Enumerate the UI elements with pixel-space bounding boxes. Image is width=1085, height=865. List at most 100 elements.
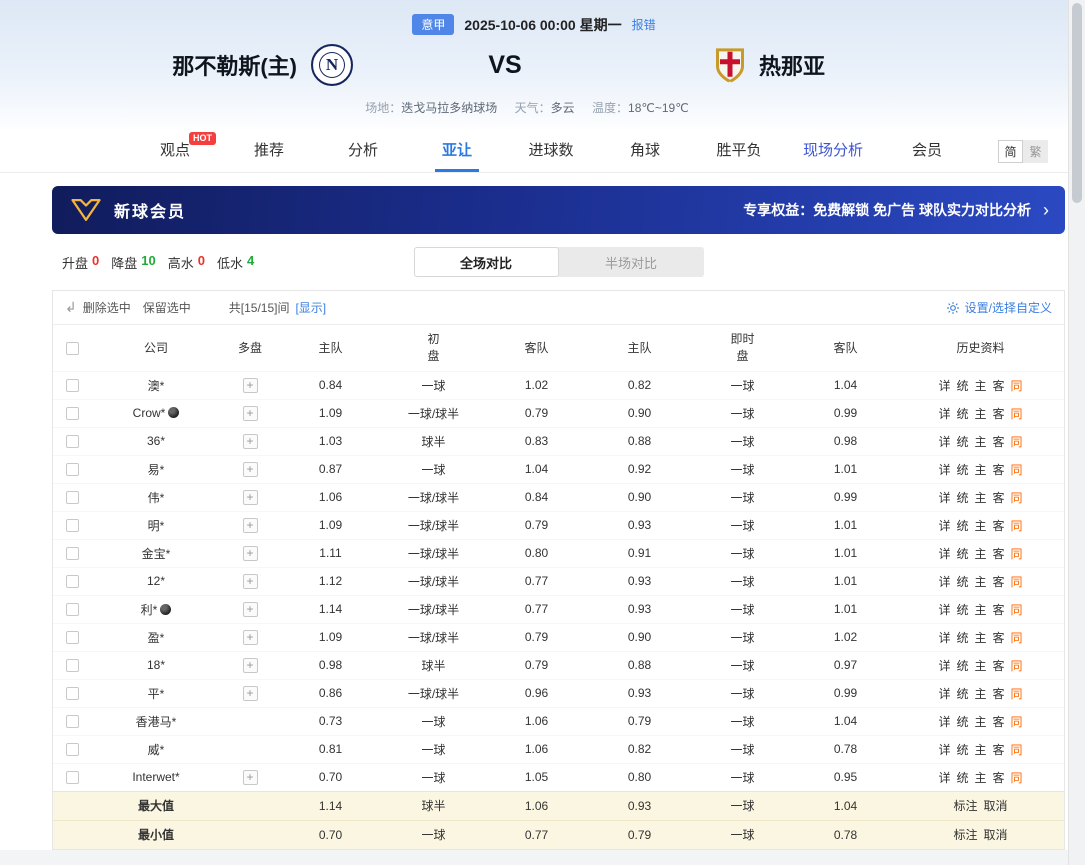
- expand-odds-button[interactable]: +: [242, 629, 258, 645]
- row-checkbox[interactable]: [65, 407, 79, 421]
- history-link[interactable]: 客: [993, 603, 1005, 617]
- history-link[interactable]: 客: [993, 715, 1005, 729]
- expand-odds-button[interactable]: +: [242, 601, 258, 617]
- history-link[interactable]: 统: [956, 771, 968, 785]
- history-link[interactable]: 详: [938, 379, 950, 393]
- keep-selected-button[interactable]: 保留选中: [143, 299, 191, 316]
- history-link[interactable]: 详: [938, 603, 950, 617]
- row-checkbox[interactable]: [65, 743, 79, 757]
- history-link[interactable]: 详: [938, 687, 950, 701]
- delete-selected-button[interactable]: 删除选中: [83, 299, 131, 316]
- company-name[interactable]: 利*: [141, 603, 158, 617]
- history-link[interactable]: 客: [993, 435, 1005, 449]
- history-link[interactable]: 详: [938, 519, 950, 533]
- history-link[interactable]: 客: [993, 575, 1005, 589]
- history-link[interactable]: 统: [956, 631, 968, 645]
- history-link[interactable]: 同: [1011, 379, 1023, 393]
- history-link[interactable]: 统: [956, 687, 968, 701]
- row-checkbox[interactable]: [65, 715, 79, 729]
- history-link[interactable]: 客: [993, 407, 1005, 421]
- nav-item[interactable]: 进球数: [504, 130, 598, 172]
- expand-odds-button[interactable]: +: [242, 769, 258, 785]
- lang-traditional-button[interactable]: 繁: [1023, 139, 1048, 163]
- history-link[interactable]: 详: [938, 547, 950, 561]
- nav-item[interactable]: 推荐: [222, 130, 316, 172]
- history-link[interactable]: 同: [1011, 575, 1023, 589]
- expand-odds-button[interactable]: +: [242, 461, 258, 477]
- row-checkbox[interactable]: [65, 771, 79, 785]
- history-link[interactable]: 统: [956, 659, 968, 673]
- select-all-checkbox[interactable]: [65, 341, 79, 355]
- customize-settings-button[interactable]: 设置/选择自定义: [946, 299, 1052, 316]
- history-link[interactable]: 客: [993, 519, 1005, 533]
- nav-item[interactable]: 现场分析: [786, 130, 880, 172]
- row-checkbox[interactable]: [65, 519, 79, 533]
- history-link[interactable]: 同: [1011, 659, 1023, 673]
- tab-full-match[interactable]: 全场对比: [413, 247, 559, 277]
- row-checkbox[interactable]: [65, 575, 79, 589]
- row-checkbox[interactable]: [65, 379, 79, 393]
- expand-odds-button[interactable]: +: [242, 489, 258, 505]
- row-checkbox[interactable]: [65, 435, 79, 449]
- history-link[interactable]: 统: [956, 575, 968, 589]
- history-link[interactable]: 标注: [953, 799, 977, 813]
- row-checkbox[interactable]: [65, 603, 79, 617]
- company-name[interactable]: 伟*: [148, 491, 165, 505]
- history-link[interactable]: 同: [1011, 435, 1023, 449]
- history-link[interactable]: 主: [974, 575, 986, 589]
- expand-odds-button[interactable]: +: [242, 545, 258, 561]
- history-link[interactable]: 同: [1011, 687, 1023, 701]
- history-link[interactable]: 详: [938, 771, 950, 785]
- history-link[interactable]: 详: [938, 631, 950, 645]
- company-name[interactable]: 澳*: [148, 379, 165, 393]
- history-link[interactable]: 客: [993, 631, 1005, 645]
- history-link[interactable]: 详: [938, 407, 950, 421]
- company-name[interactable]: 平*: [148, 687, 165, 701]
- history-link[interactable]: 统: [956, 435, 968, 449]
- expand-odds-button[interactable]: +: [242, 405, 258, 421]
- history-link[interactable]: 主: [974, 659, 986, 673]
- history-link[interactable]: 统: [956, 379, 968, 393]
- row-checkbox[interactable]: [65, 631, 79, 645]
- history-link[interactable]: 客: [993, 659, 1005, 673]
- history-link[interactable]: 主: [974, 715, 986, 729]
- row-checkbox[interactable]: [65, 547, 79, 561]
- history-link[interactable]: 客: [993, 687, 1005, 701]
- history-link[interactable]: 详: [938, 491, 950, 505]
- history-link[interactable]: 统: [956, 463, 968, 477]
- nav-item[interactable]: 分析: [316, 130, 410, 172]
- history-link[interactable]: 取消: [984, 828, 1008, 842]
- row-checkbox[interactable]: [65, 659, 79, 673]
- history-link[interactable]: 主: [974, 463, 986, 477]
- history-link[interactable]: 主: [974, 435, 986, 449]
- history-link[interactable]: 主: [974, 519, 986, 533]
- history-link[interactable]: 客: [993, 771, 1005, 785]
- history-link[interactable]: 主: [974, 547, 986, 561]
- history-link[interactable]: 同: [1011, 743, 1023, 757]
- history-link[interactable]: 主: [974, 631, 986, 645]
- history-link[interactable]: 详: [938, 659, 950, 673]
- history-link[interactable]: 同: [1011, 463, 1023, 477]
- scrollbar[interactable]: [1068, 0, 1085, 865]
- history-link[interactable]: 同: [1011, 491, 1023, 505]
- show-link[interactable]: [显示]: [295, 299, 326, 316]
- history-link[interactable]: 客: [993, 491, 1005, 505]
- company-name[interactable]: 12*: [147, 574, 165, 588]
- history-link[interactable]: 统: [956, 519, 968, 533]
- history-link[interactable]: 统: [956, 547, 968, 561]
- member-banner[interactable]: 新球会员 专享权益：免费解锁 免广告 球队实力对比分析 ›: [52, 186, 1065, 234]
- nav-item[interactable]: 胜平负: [692, 130, 786, 172]
- history-link[interactable]: 同: [1011, 603, 1023, 617]
- row-checkbox[interactable]: [65, 491, 79, 505]
- history-link[interactable]: 详: [938, 575, 950, 589]
- company-name[interactable]: 明*: [148, 519, 165, 533]
- history-link[interactable]: 详: [938, 715, 950, 729]
- history-link[interactable]: 客: [993, 379, 1005, 393]
- history-link[interactable]: 同: [1011, 715, 1023, 729]
- history-link[interactable]: 主: [974, 687, 986, 701]
- company-name[interactable]: 金宝*: [142, 547, 171, 561]
- expand-odds-button[interactable]: +: [242, 433, 258, 449]
- history-link[interactable]: 客: [993, 743, 1005, 757]
- history-link[interactable]: 主: [974, 603, 986, 617]
- row-checkbox[interactable]: [65, 463, 79, 477]
